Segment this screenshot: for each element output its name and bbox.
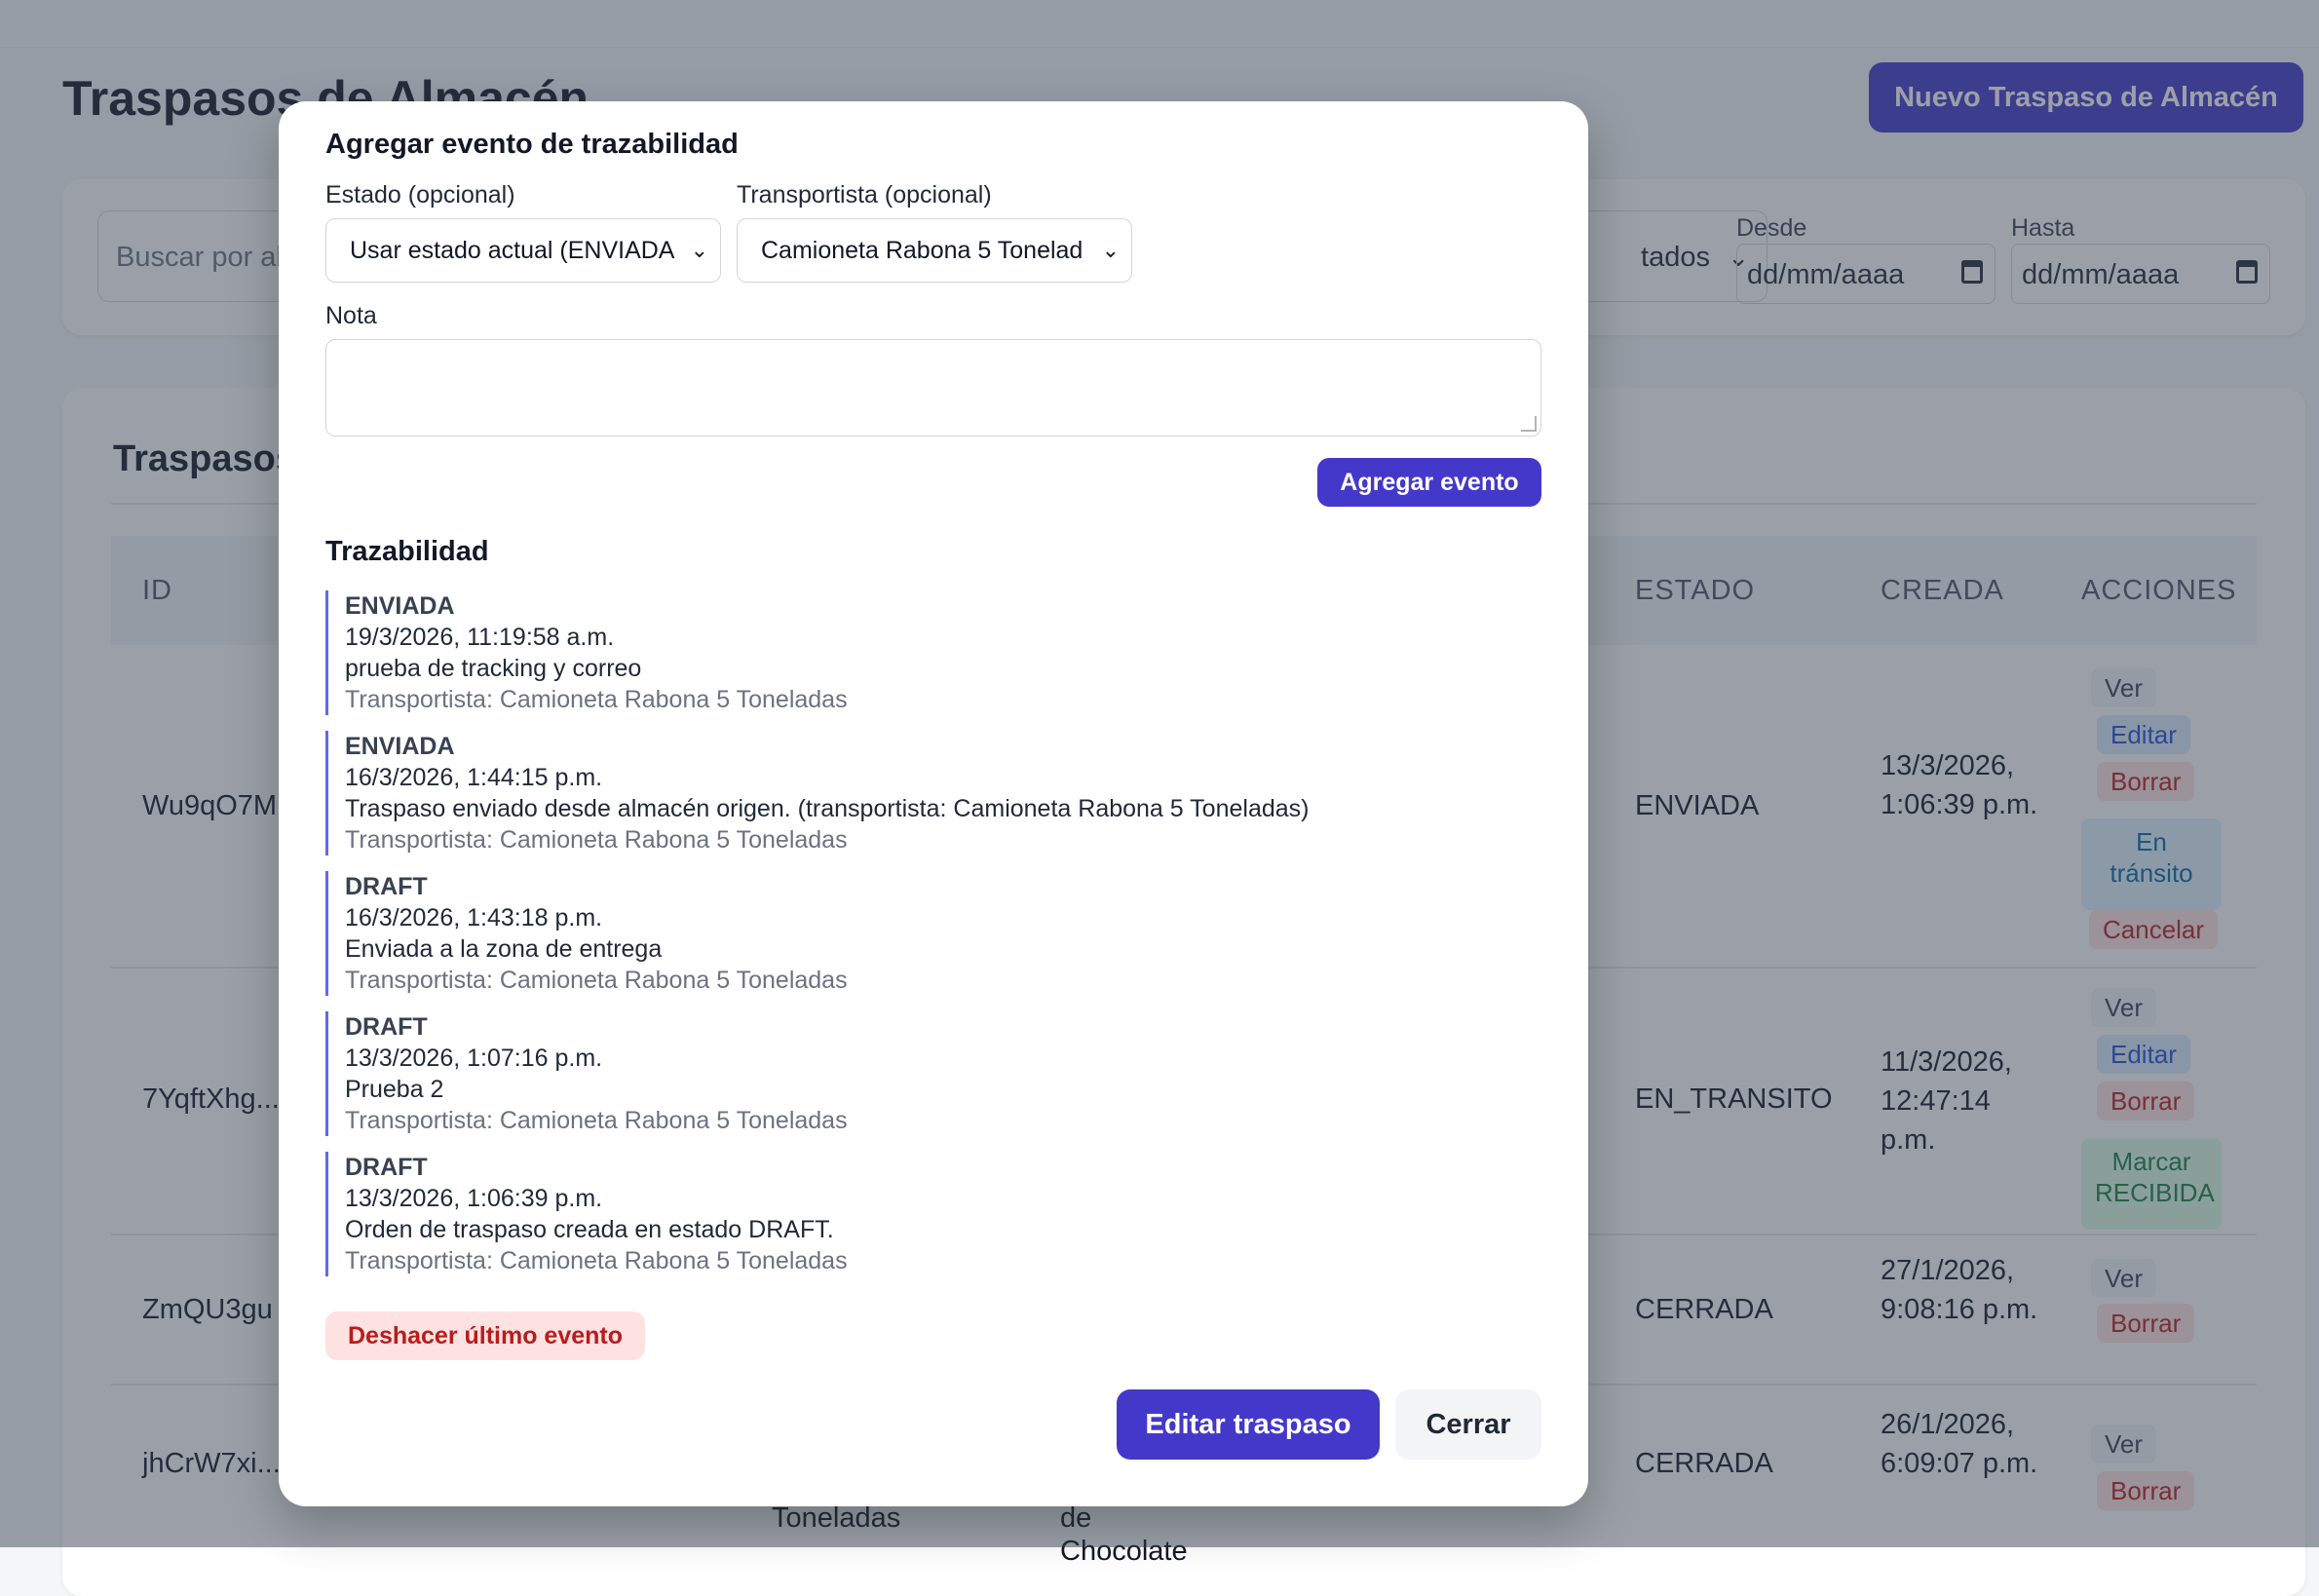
event-note: prueba de tracking y correo	[345, 655, 642, 682]
timeline-event: DRAFT 16/3/2026, 1:43:18 p.m. Enviada a …	[325, 871, 1495, 996]
event-carrier: Transportista: Camioneta Rabona 5 Tonela…	[345, 686, 848, 713]
trazabilidad-title: Trazabilidad	[325, 536, 489, 567]
event-carrier: Transportista: Camioneta Rabona 5 Tonela…	[345, 1107, 848, 1134]
event-state: DRAFT	[345, 1013, 428, 1041]
event-carrier: Transportista: Camioneta Rabona 5 Tonela…	[345, 967, 848, 994]
timeline-event: DRAFT 13/3/2026, 1:07:16 p.m. Prueba 2 T…	[325, 1011, 1495, 1136]
modal-title: Agregar evento de trazabilidad	[325, 129, 739, 160]
transportista-select[interactable]: Camioneta Rabona 5 Tonelad ⌄	[737, 218, 1132, 283]
event-datetime: 13/3/2026, 1:07:16 p.m.	[345, 1045, 603, 1072]
event-datetime: 16/3/2026, 1:44:15 p.m.	[345, 764, 603, 791]
event-note: Traspaso enviado desde almacén origen. (…	[345, 795, 1310, 822]
transportista-label: Transportista (opcional)	[737, 181, 992, 209]
event-carrier: Transportista: Camioneta Rabona 5 Tonela…	[345, 826, 848, 854]
traceability-modal: Agregar evento de trazabilidad Estado (o…	[279, 101, 1588, 1506]
event-carrier: Transportista: Camioneta Rabona 5 Tonela…	[345, 1247, 848, 1274]
edit-transfer-button[interactable]: Editar traspaso	[1117, 1389, 1380, 1460]
timeline-event: DRAFT 13/3/2026, 1:06:39 p.m. Orden de t…	[325, 1152, 1495, 1276]
event-datetime: 19/3/2026, 11:19:58 a.m.	[345, 624, 615, 651]
event-note: Orden de traspaso creada en estado DRAFT…	[345, 1216, 834, 1243]
event-datetime: 13/3/2026, 1:06:39 p.m.	[345, 1185, 603, 1212]
event-state: ENVIADA	[345, 592, 455, 620]
nota-label: Nota	[325, 302, 377, 329]
chevron-down-icon: ⌄	[1095, 219, 1120, 282]
event-note: Enviada a la zona de entrega	[345, 935, 663, 963]
event-datetime: 16/3/2026, 1:43:18 p.m.	[345, 904, 603, 931]
nota-textarea[interactable]	[325, 339, 1541, 437]
estado-label: Estado (opcional)	[325, 181, 515, 209]
resize-handle-icon[interactable]	[1521, 416, 1537, 432]
estado-select[interactable]: Usar estado actual (ENVIADA ⌄	[325, 218, 721, 283]
add-event-button[interactable]: Agregar evento	[1317, 458, 1541, 507]
timeline-event: ENVIADA 16/3/2026, 1:44:15 p.m. Traspaso…	[325, 731, 1495, 855]
event-state: ENVIADA	[345, 733, 455, 760]
close-button[interactable]: Cerrar	[1395, 1389, 1541, 1460]
transportista-select-value: Camioneta Rabona 5 Tonelad	[761, 237, 1083, 264]
undo-last-event-button[interactable]: Deshacer último evento	[325, 1311, 645, 1360]
estado-select-value: Usar estado actual (ENVIADA	[350, 237, 675, 264]
event-state: DRAFT	[345, 873, 428, 900]
chevron-down-icon: ⌄	[684, 219, 708, 282]
event-state: DRAFT	[345, 1154, 428, 1181]
timeline-event: ENVIADA 19/3/2026, 11:19:58 a.m. prueba …	[325, 590, 1495, 715]
event-note: Prueba 2	[345, 1076, 444, 1103]
